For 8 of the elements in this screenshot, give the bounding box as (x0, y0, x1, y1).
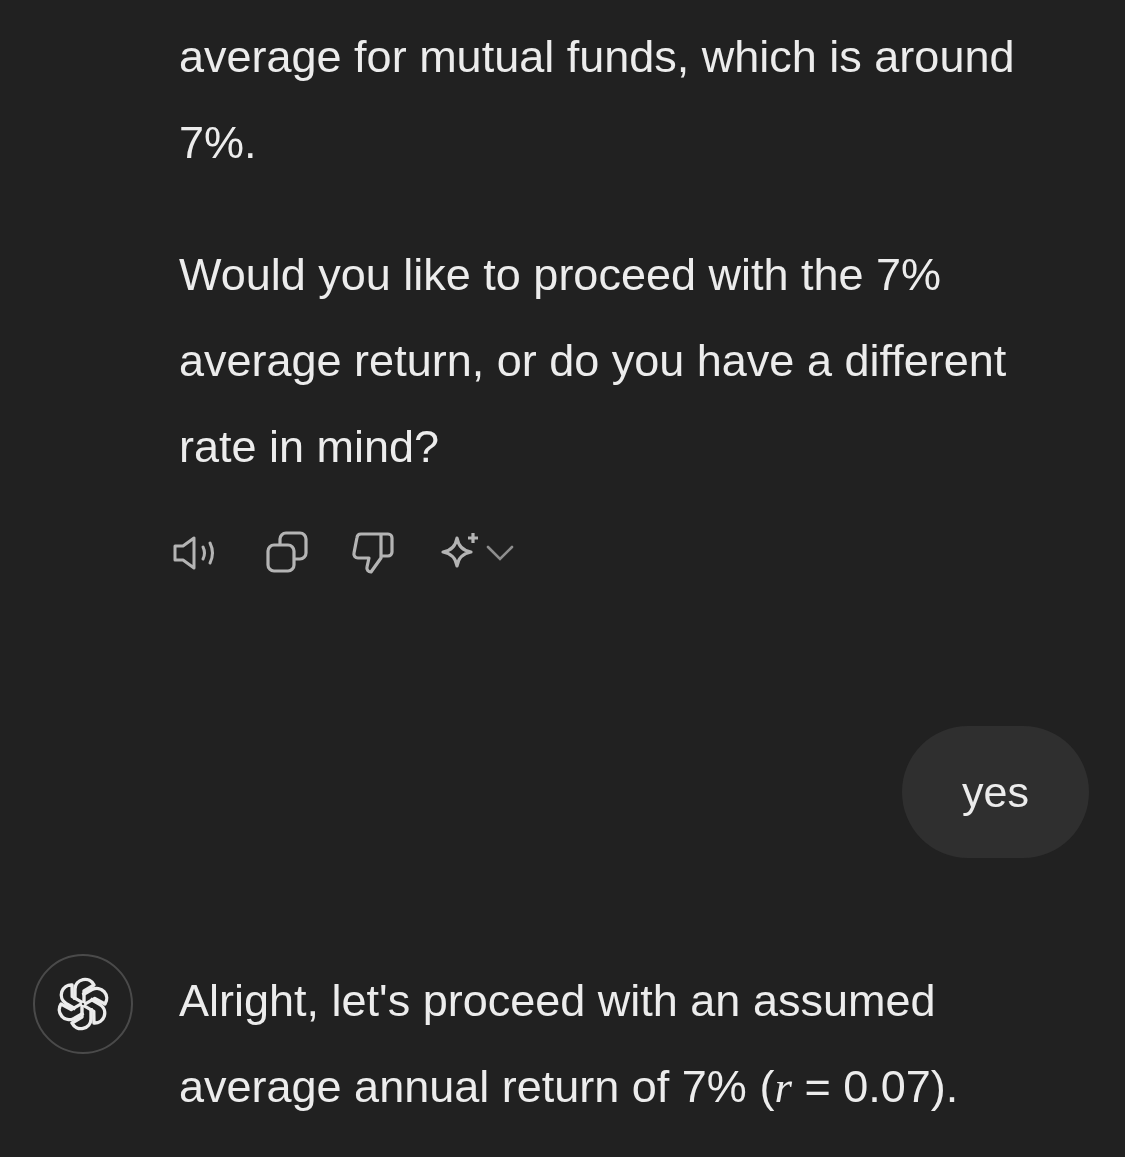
user-message-bubble: yes (902, 726, 1089, 858)
message-paragraph: average for mutual funds, which is around 7%. (179, 30, 1016, 170)
message-paragraph: Would you like to proceed with the 7% average return, or do you have a different rate in mind? (179, 248, 1008, 474)
knot-logo-icon (55, 976, 111, 1032)
message-paragraph: Alright, let's proceed with an assumed average annual return of 7% (r = 0.07). (179, 974, 960, 1114)
copy-icon[interactable] (265, 530, 311, 576)
thumbs-down-icon[interactable] (351, 530, 397, 576)
chevron-down-icon (485, 543, 515, 563)
